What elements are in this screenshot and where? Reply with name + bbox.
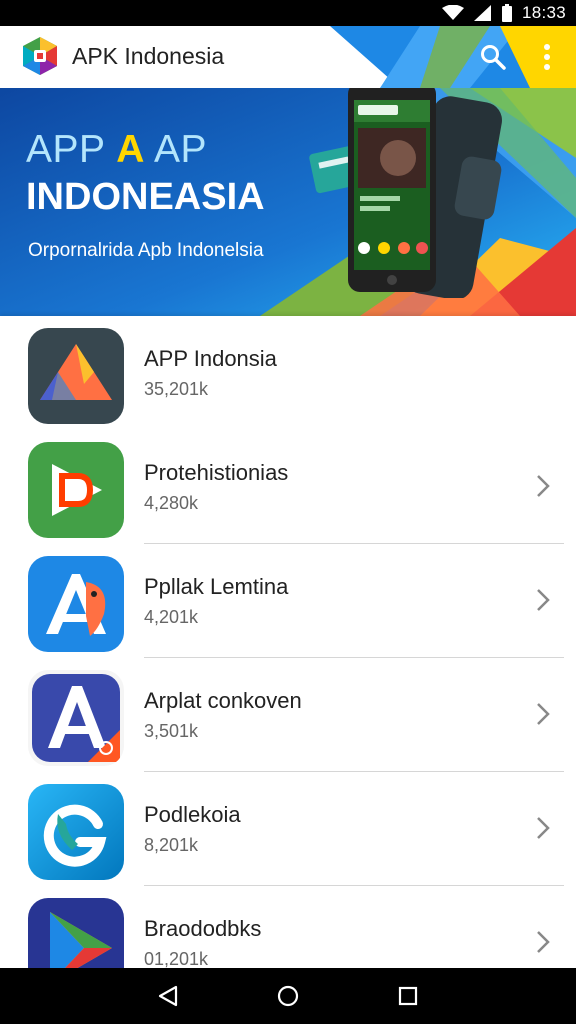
- home-button[interactable]: [258, 976, 318, 1016]
- home-icon: [277, 985, 299, 1007]
- status-bar: 18:33: [0, 0, 576, 26]
- chevron-right-icon[interactable]: [528, 468, 558, 504]
- chevron-right-icon[interactable]: [528, 582, 558, 618]
- list-item[interactable]: Ppllak Lemtina 4,201k: [0, 544, 576, 658]
- banner-headline-accent: A: [116, 128, 145, 171]
- app-logo-icon: [23, 37, 57, 75]
- status-time: 18:33: [521, 3, 566, 22]
- app-size: 01,201k: [144, 949, 209, 968]
- back-icon: [158, 985, 178, 1007]
- app-bar: APK Indonesia: [0, 26, 576, 88]
- app-name: APP Indonsia: [144, 346, 277, 371]
- play-store-icon: [28, 898, 124, 968]
- app-name: Podlekoia: [144, 802, 241, 827]
- list-item[interactable]: APP Indonsia 35,201k: [0, 316, 576, 430]
- chevron-right-icon[interactable]: [528, 696, 558, 732]
- battery-icon: [501, 4, 512, 22]
- back-button[interactable]: [138, 976, 198, 1016]
- more-vert-icon: [544, 44, 550, 70]
- list-item[interactable]: Protehistionias 4,280k: [0, 430, 576, 544]
- app-name: Protehistionias: [144, 460, 289, 485]
- navigation-bar: [0, 968, 576, 1024]
- play-d-icon: [28, 442, 124, 538]
- banner-subtitle: Orpornalrida Apb Indonelsia: [28, 240, 264, 261]
- banner-headline-part2: AP: [154, 128, 208, 171]
- wifi-icon: [441, 5, 464, 20]
- search-icon: [481, 45, 506, 70]
- phone-g-icon: [28, 784, 124, 880]
- phone-illustration: [309, 88, 502, 298]
- app-name: Arplat conkoven: [144, 688, 302, 713]
- letter-a-badge-icon: [28, 670, 124, 766]
- app-size: 3,501k: [144, 721, 199, 741]
- app-size: 4,201k: [144, 607, 199, 627]
- chevron-right-icon[interactable]: [528, 924, 558, 960]
- signal-icon: [473, 5, 491, 21]
- app-size: 4,280k: [144, 493, 199, 513]
- list-item[interactable]: Podlekoia 8,201k: [0, 772, 576, 886]
- more-options-button[interactable]: [530, 38, 564, 76]
- banner-headline-top: APP A AP: [26, 128, 207, 172]
- triangle-logo-icon: [28, 328, 124, 424]
- list-item[interactable]: Arplat conkoven 3,501k: [0, 658, 576, 772]
- banner-headline-main: INDONEASIA: [26, 176, 265, 218]
- list-item[interactable]: Braododbks 01,201k: [0, 886, 576, 968]
- app-list: APP Indonsia 35,201k Protehistionias 4,2…: [0, 316, 576, 968]
- app-size: 8,201k: [144, 835, 199, 855]
- app-title: APK Indonesia: [72, 43, 225, 69]
- recents-button[interactable]: [378, 976, 438, 1016]
- app-name: Braododbks: [144, 916, 262, 941]
- app-size: 35,201k: [144, 379, 209, 399]
- banner-headline-part1: APP: [26, 128, 105, 171]
- recents-icon: [398, 986, 418, 1006]
- status-icons: 18:33: [441, 0, 566, 26]
- letter-a-bird-icon: [28, 556, 124, 652]
- search-button[interactable]: [474, 38, 512, 76]
- chevron-right-icon[interactable]: [528, 810, 558, 846]
- promo-banner[interactable]: APP A AP INDONEASIA Orpornalrida Apb Ind…: [0, 88, 576, 316]
- app-name: Ppllak Lemtina: [144, 574, 289, 599]
